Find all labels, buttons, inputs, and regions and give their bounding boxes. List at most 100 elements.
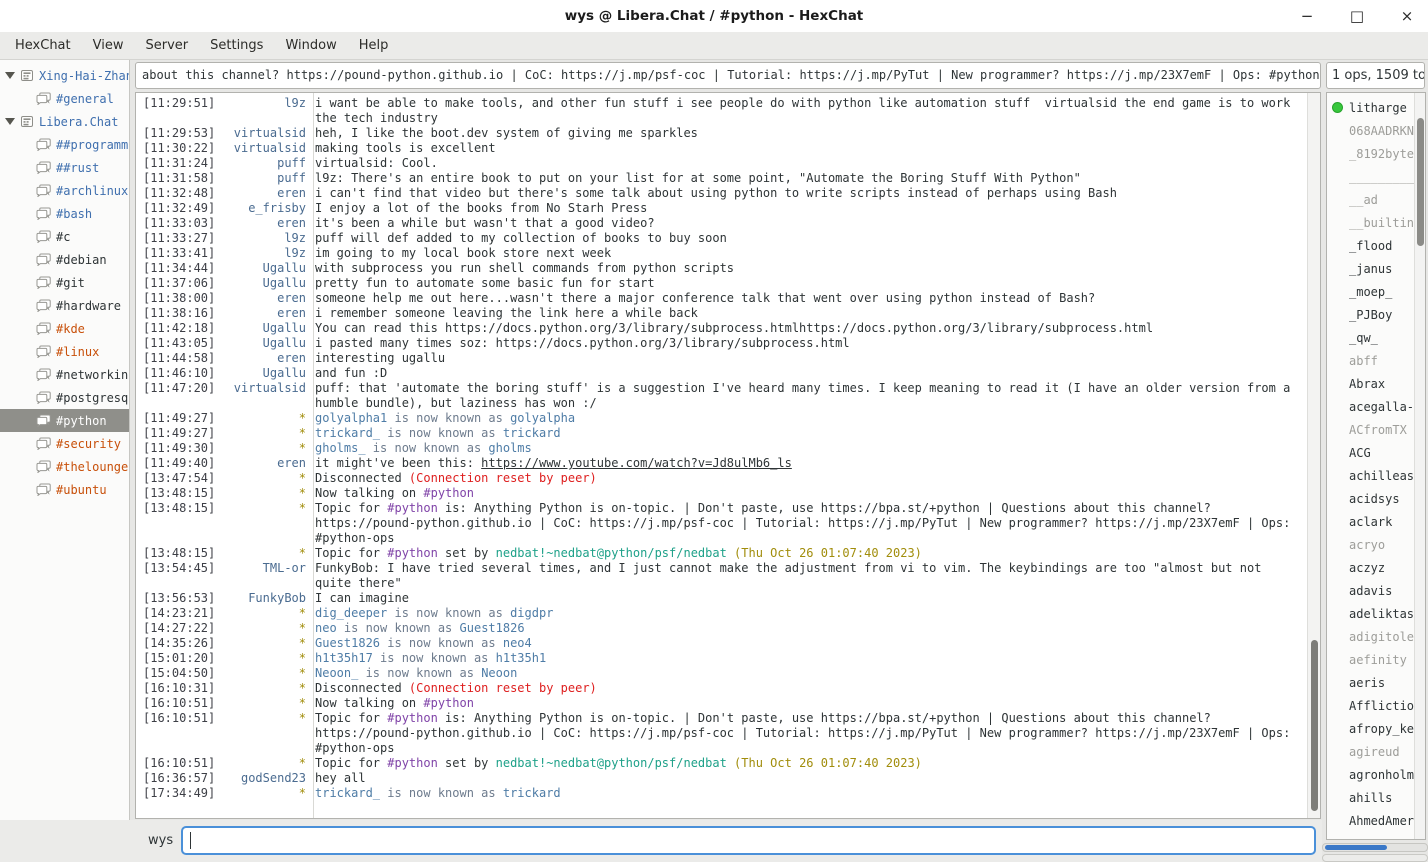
- network-item-libera.chat[interactable]: Libera.Chat: [0, 110, 129, 133]
- user-item-litharge[interactable]: litharge: [1327, 96, 1414, 119]
- chat-nick[interactable]: virtualsid: [217, 381, 306, 396]
- user-item-acidsys[interactable]: acidsys: [1327, 487, 1414, 510]
- user-item-__builtin[interactable]: __builtin: [1327, 211, 1414, 234]
- chat-timestamp: [11:42:18]: [136, 321, 217, 336]
- menu-item-view[interactable]: View: [82, 32, 135, 59]
- user-item-adigitole[interactable]: adigitole: [1327, 625, 1414, 648]
- user-item-__ad[interactable]: __ad: [1327, 188, 1414, 211]
- sidebar-item-archlinux[interactable]: #archlinux: [0, 179, 129, 202]
- chat-nick[interactable]: eren: [217, 351, 306, 366]
- sidebar-item-security[interactable]: #security: [0, 432, 129, 455]
- sidebar-item-bash[interactable]: #bash: [0, 202, 129, 225]
- sidebar-item-postgresql[interactable]: #postgresql: [0, 386, 129, 409]
- chat-nick[interactable]: puff: [217, 156, 306, 171]
- network-item-xing-hai-zhan[interactable]: Xing-Hai-Zhan: [0, 64, 129, 87]
- chat-nick[interactable]: eren: [217, 216, 306, 231]
- user-list-scrollbar[interactable]: [1414, 93, 1425, 839]
- sidebar-item-thelounge[interactable]: #thelounge: [0, 455, 129, 478]
- user-item-abff[interactable]: abff: [1327, 349, 1414, 372]
- expander-icon[interactable]: [5, 118, 15, 125]
- menu-item-window[interactable]: Window: [274, 32, 347, 59]
- user-item-_janus[interactable]: _janus: [1327, 257, 1414, 280]
- chat-nick[interactable]: eren: [217, 186, 306, 201]
- chat-scrollbar-thumb[interactable]: [1311, 640, 1318, 810]
- chat-nick[interactable]: Ugallu: [217, 366, 306, 381]
- user-item-_8192byte[interactable]: _8192byte: [1327, 142, 1414, 165]
- user-item-068aadrkn[interactable]: 068AADRKN: [1327, 119, 1414, 142]
- menu-item-server[interactable]: Server: [134, 32, 199, 59]
- user-item-agronholm[interactable]: agronholm: [1327, 763, 1414, 786]
- chat-scrollbar[interactable]: [1307, 93, 1320, 818]
- chat-nick[interactable]: Ugallu: [217, 336, 306, 351]
- user-item-acg[interactable]: ACG: [1327, 441, 1414, 464]
- chat-nick[interactable]: eren: [217, 306, 306, 321]
- message-segment: #python: [387, 501, 438, 515]
- user-item-ahills[interactable]: ahills: [1327, 786, 1414, 809]
- chat-nick[interactable]: eren: [217, 456, 306, 471]
- user-item-acfromtx[interactable]: ACfromTX: [1327, 418, 1414, 441]
- chat-nick[interactable]: virtualsid: [217, 141, 306, 156]
- user-item-acegalla-[interactable]: acegalla-: [1327, 395, 1414, 418]
- sidebar-item-kde[interactable]: #kde: [0, 317, 129, 340]
- user-item-_flood[interactable]: _flood: [1327, 234, 1414, 257]
- user-item-aclark[interactable]: aclark: [1327, 510, 1414, 533]
- sidebar-item-ubuntu[interactable]: #ubuntu: [0, 478, 129, 501]
- event-star: *: [217, 471, 306, 486]
- chat-nick[interactable]: l9z: [217, 96, 306, 111]
- user-item-_qw_[interactable]: _qw_: [1327, 326, 1414, 349]
- user-item-_moep_[interactable]: _moep_: [1327, 280, 1414, 303]
- message-segment: is now known as: [366, 441, 489, 455]
- sidebar-item-hardware[interactable]: #hardware: [0, 294, 129, 317]
- maximize-button[interactable]: □: [1346, 5, 1368, 27]
- sidebar-item-programming[interactable]: ##programming: [0, 133, 129, 156]
- sidebar-item-networking[interactable]: #networking: [0, 363, 129, 386]
- sidebar-item-linux[interactable]: #linux: [0, 340, 129, 363]
- close-button[interactable]: ×: [1396, 5, 1418, 27]
- user-item-aczyz[interactable]: aczyz: [1327, 556, 1414, 579]
- user-name: aeris: [1349, 676, 1385, 690]
- user-item-abrax[interactable]: Abrax: [1327, 372, 1414, 395]
- sidebar-item-rust[interactable]: ##rust: [0, 156, 129, 179]
- expander-icon[interactable]: [5, 72, 15, 79]
- user-item-aefinity[interactable]: aefinity: [1327, 648, 1414, 671]
- user-item-adavis[interactable]: adavis: [1327, 579, 1414, 602]
- message-text: You can read this https://docs.python.or…: [306, 321, 1307, 336]
- menu-item-help[interactable]: Help: [348, 32, 400, 59]
- user-item-ahmedamer[interactable]: AhmedAmer: [1327, 809, 1414, 832]
- sidebar-item-debian[interactable]: #debian: [0, 248, 129, 271]
- message-link[interactable]: https://www.youtube.com/watch?v=Jd8ulMb6…: [481, 456, 792, 470]
- chat-nick[interactable]: Ugallu: [217, 276, 306, 291]
- chat-nick[interactable]: l9z: [217, 246, 306, 261]
- sidebar-item-general[interactable]: #general: [0, 87, 129, 110]
- sidebar-item-git[interactable]: #git: [0, 271, 129, 294]
- user-item-acryo[interactable]: acryo: [1327, 533, 1414, 556]
- menu-item-settings[interactable]: Settings: [199, 32, 274, 59]
- topic-bar[interactable]: about this channel? https://pound-python…: [135, 62, 1321, 89]
- menu-item-hexchat[interactable]: HexChat: [4, 32, 82, 59]
- user-item-affliction[interactable]: Affliction: [1327, 694, 1414, 717]
- user-item-agireud[interactable]: agireud: [1327, 740, 1414, 763]
- chat-nick[interactable]: TML-or: [217, 561, 306, 576]
- chat-nick[interactable]: FunkyBob: [217, 591, 306, 606]
- channel-icon: [36, 368, 51, 381]
- sidebar-item-c[interactable]: #c: [0, 225, 129, 248]
- chat-nick[interactable]: godSend23: [217, 771, 306, 786]
- inline-nick: h1t35h1: [496, 651, 547, 665]
- chat-nick[interactable]: l9z: [217, 231, 306, 246]
- chat-nick[interactable]: e_frisby: [217, 201, 306, 216]
- user-item-_pjboy[interactable]: _PJBoy: [1327, 303, 1414, 326]
- user-item-_________[interactable]: _________: [1327, 165, 1414, 188]
- user-item-aeris[interactable]: aeris: [1327, 671, 1414, 694]
- user-item-afropy_ke[interactable]: afropy_ke: [1327, 717, 1414, 740]
- chat-nick[interactable]: virtualsid: [217, 126, 306, 141]
- chat-nick[interactable]: Ugallu: [217, 321, 306, 336]
- minimize-button[interactable]: −: [1296, 5, 1318, 27]
- user-list-scrollbar-thumb[interactable]: [1417, 118, 1424, 246]
- chat-nick[interactable]: Ugallu: [217, 261, 306, 276]
- message-input[interactable]: [181, 826, 1316, 855]
- sidebar-item-python[interactable]: #python: [0, 409, 129, 432]
- user-item-achilleas[interactable]: achilleas: [1327, 464, 1414, 487]
- chat-nick[interactable]: puff: [217, 171, 306, 186]
- user-item-adeliktas[interactable]: adeliktas: [1327, 602, 1414, 625]
- chat-nick[interactable]: eren: [217, 291, 306, 306]
